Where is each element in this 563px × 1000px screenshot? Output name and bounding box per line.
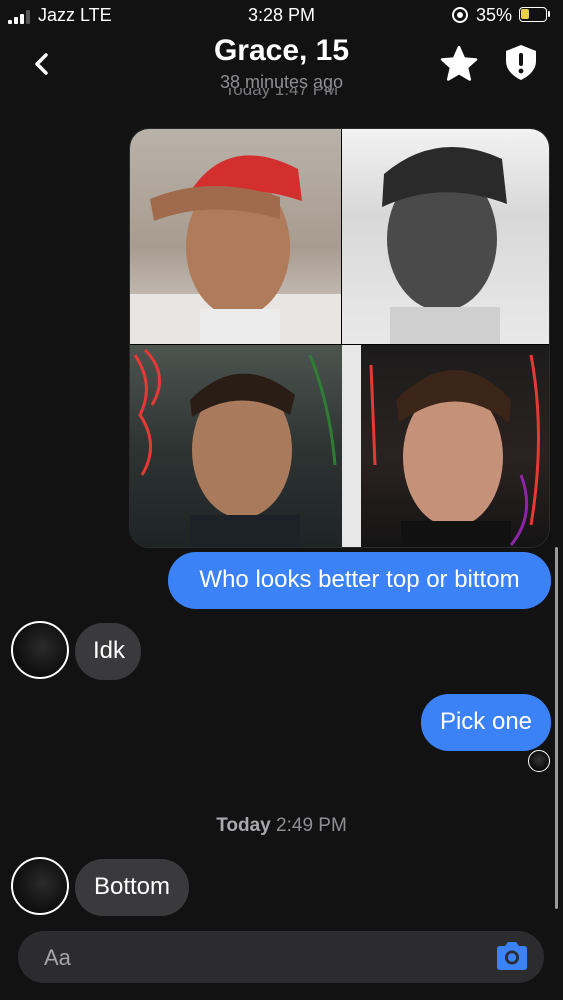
date-separator-time: 2:49 PM <box>276 815 347 836</box>
photo-bottom-right <box>361 345 549 547</box>
orientation-lock-icon <box>452 7 468 23</box>
battery-icon <box>519 7 547 22</box>
read-receipt-avatar <box>528 750 550 772</box>
photo-top-left <box>130 129 341 344</box>
photo-gap <box>342 345 361 547</box>
message-composer <box>18 931 544 983</box>
photo-bottom-left <box>130 345 342 547</box>
avatar[interactable] <box>11 621 69 679</box>
battery-level-fill <box>521 9 529 19</box>
date-separator: Today 2:49 PM <box>0 815 563 837</box>
photo-collage-message[interactable] <box>129 128 550 548</box>
partial-date-separator: Today 1:47 PM <box>0 88 563 104</box>
message-bubble-outgoing[interactable]: Pick one <box>421 694 551 751</box>
message-input[interactable] <box>42 943 486 973</box>
message-bubble-incoming[interactable]: Idk <box>75 623 141 680</box>
partial-date-text: Today 1:47 PM <box>224 88 339 99</box>
camera-icon[interactable] <box>494 940 530 972</box>
message-bubble-incoming[interactable]: Bottom <box>75 859 189 916</box>
star-icon[interactable] <box>439 44 479 84</box>
avatar[interactable] <box>11 857 69 915</box>
status-bar: Jazz LTE 3:28 PM 35% <box>0 0 563 34</box>
date-separator-day: Today <box>216 815 271 836</box>
photo-top-right <box>342 129 549 344</box>
shield-icon[interactable] <box>502 42 540 82</box>
battery-cap <box>548 11 550 17</box>
battery-percent: 35% <box>476 5 513 25</box>
message-bubble-outgoing[interactable]: Who looks better top or bittom <box>168 552 551 609</box>
scrollbar[interactable] <box>555 547 558 909</box>
